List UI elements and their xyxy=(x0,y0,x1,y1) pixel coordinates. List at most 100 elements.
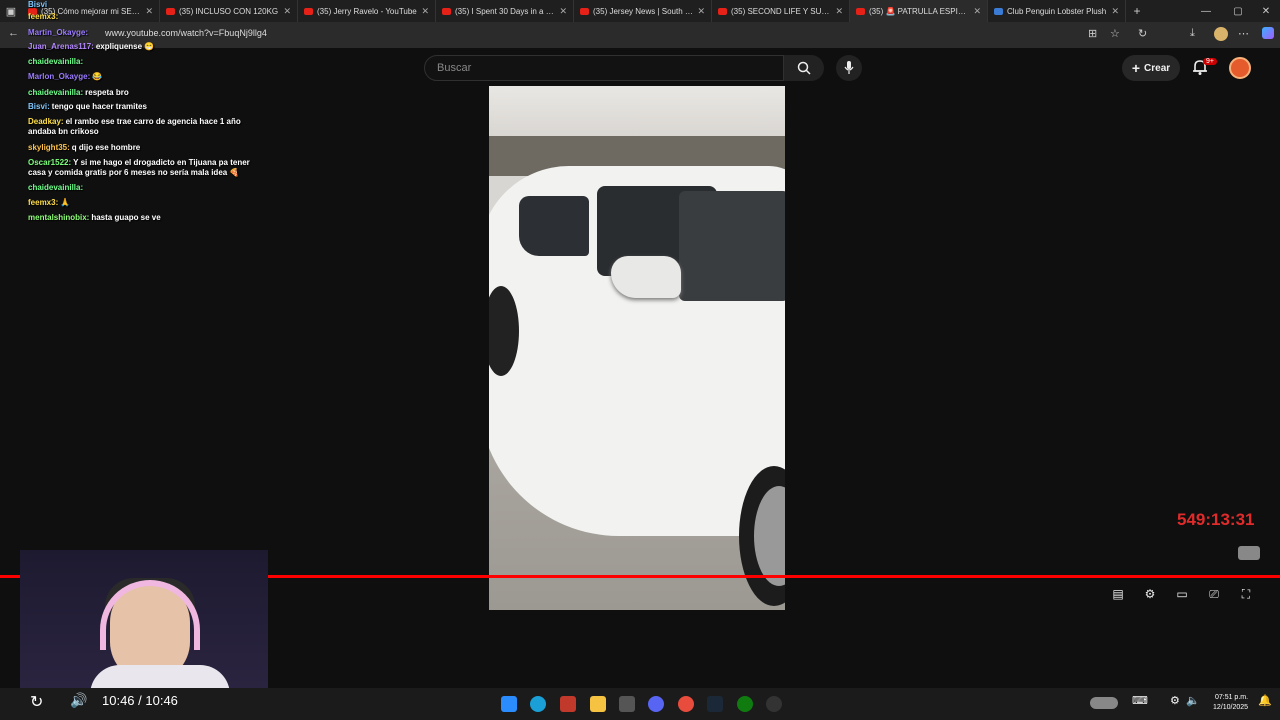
account-avatar[interactable] xyxy=(1229,57,1251,79)
youtube-favicon-icon xyxy=(718,7,727,15)
settings-app-icon[interactable] xyxy=(766,696,782,712)
steam-icon[interactable] xyxy=(707,696,723,712)
chrome-icon[interactable] xyxy=(678,696,694,712)
obs-icon[interactable] xyxy=(619,696,635,712)
cast-icon[interactable]: ⎚ xyxy=(1204,586,1224,602)
more-options-icon[interactable]: ⋯ xyxy=(1238,27,1249,40)
clock-date: 12/10/2025 xyxy=(1213,704,1249,711)
chat-username: feemx3: xyxy=(28,198,59,207)
chat-text: 😂 xyxy=(92,72,103,81)
chat-username: mentalshinobix: xyxy=(28,213,90,222)
app-icon[interactable] xyxy=(560,696,576,712)
volume-icon[interactable]: 🔊 xyxy=(70,692,87,709)
voice-search-button[interactable] xyxy=(836,55,862,81)
browser-tab[interactable]: (35) SECOND LIFE Y SUS EX ✕ xyxy=(712,0,850,22)
car-windshield xyxy=(679,191,785,301)
chat-username: Bisvi: xyxy=(28,102,50,111)
close-tab-icon[interactable]: ✕ xyxy=(421,6,429,17)
chat-username: Juan_Arenas117: xyxy=(28,42,94,51)
chat-message: feemx3: xyxy=(28,12,253,22)
chat-username: feemx3: xyxy=(28,12,59,21)
video-player[interactable] xyxy=(489,86,785,610)
browser-tab[interactable]: (35) 🚨 PATRULLA ESPIRITU ✕ xyxy=(850,0,988,22)
youtube-favicon-icon xyxy=(580,7,589,15)
chat-message: chaidevainilla: respeta bro xyxy=(28,88,253,98)
app-available-icon[interactable]: ⊞ xyxy=(1088,27,1097,40)
tab-label: (35) Jerry Ravelo - YouTube xyxy=(317,6,417,16)
refresh-icon[interactable]: ↻ xyxy=(1138,27,1147,40)
chat-username: Deadkay: xyxy=(28,117,64,126)
browser-tab[interactable]: Club Penguin Lobster Plush ✕ xyxy=(988,0,1126,22)
chat-message: Juan_Arenas117: expliquense 😁 xyxy=(28,42,253,52)
chat-message: Bisvi: tengo que hacer tramites xyxy=(28,102,253,112)
youtube-favicon-icon xyxy=(442,7,451,15)
toggle-switch[interactable] xyxy=(1090,697,1118,709)
close-tab-icon[interactable]: ✕ xyxy=(559,6,567,17)
clock-time: 07:51 p.m. xyxy=(1214,694,1249,701)
plus-icon: + xyxy=(1131,60,1141,76)
minimize-icon[interactable]: — xyxy=(1190,0,1222,22)
settings-gear-icon[interactable]: ⚙ xyxy=(1140,586,1160,602)
search-input[interactable]: Buscar xyxy=(424,55,784,81)
profile-avatar[interactable] xyxy=(1214,27,1228,41)
webcam-overlay xyxy=(20,550,268,690)
browser-tab[interactable]: (35) Jersey News | South Pa ✕ xyxy=(574,0,712,22)
tab-label: Club Penguin Lobster Plush xyxy=(1007,6,1107,16)
search-button[interactable] xyxy=(784,55,824,81)
search-icon xyxy=(797,61,811,75)
chat-message: mentalshinobix: hasta guapo se ve xyxy=(28,213,253,223)
file-explorer-icon[interactable] xyxy=(590,696,606,712)
fullscreen-icon[interactable]: ⛶ xyxy=(1236,586,1256,602)
chat-message: Martin_Okayge: xyxy=(28,28,253,38)
chat-text: hasta guapo se ve xyxy=(91,213,161,222)
microphone-icon xyxy=(844,61,854,74)
site-favicon-icon xyxy=(994,7,1003,15)
chat-username: skylight35: xyxy=(28,143,70,152)
webcam-shirt xyxy=(90,665,230,690)
edge-icon[interactable] xyxy=(530,696,546,712)
settings-tray-icon[interactable]: ⚙ xyxy=(1170,694,1180,707)
close-tab-icon[interactable]: ✕ xyxy=(1111,6,1119,17)
player-time: 10:46 / 10:46 xyxy=(102,693,178,708)
chat-username: chaidevainilla: xyxy=(28,183,84,192)
favorite-star-icon[interactable]: ☆ xyxy=(1110,27,1120,40)
close-tab-icon[interactable]: ✕ xyxy=(835,6,843,17)
bus-icon xyxy=(1238,546,1260,560)
theater-mode-icon[interactable]: ▭ xyxy=(1172,586,1192,602)
chat-username: Oscar1522: xyxy=(28,158,72,167)
windows-start-icon[interactable] xyxy=(501,696,517,712)
chat-message: chaidevainilla: xyxy=(28,183,253,193)
back-icon[interactable]: ← xyxy=(8,27,19,39)
chat-text: respeta bro xyxy=(85,88,129,97)
chat-message: skylight35: q dijo ese hombre xyxy=(28,143,253,153)
chat-message: Oscar1522: Y si me hago el drogadicto en … xyxy=(28,158,253,178)
discord-icon[interactable] xyxy=(648,696,664,712)
downloads-icon[interactable]: ⤓ xyxy=(1190,27,1195,40)
close-tab-icon[interactable]: ✕ xyxy=(283,6,291,17)
chat-message: Marlon_Okayge: 😂 xyxy=(28,72,253,82)
tab-actions-icon[interactable]: ▣ xyxy=(0,0,22,22)
speaker-tray-icon[interactable]: 🔈 xyxy=(1186,694,1200,707)
browser-tab[interactable]: (35) I Spent 30 Days in a De ✕ xyxy=(436,0,574,22)
tab-label: (35) Jersey News | South Pa xyxy=(593,6,694,16)
chat-text: tengo que hacer tramites xyxy=(51,102,147,111)
close-window-icon[interactable]: ✕ xyxy=(1250,0,1280,22)
chat-username: Marlon_Okayge: xyxy=(28,72,91,81)
chat-username: chaidevainilla: xyxy=(28,57,84,66)
create-button[interactable]: + Crear xyxy=(1122,55,1180,81)
close-tab-icon[interactable]: ✕ xyxy=(973,6,981,17)
keyboard-icon[interactable]: ⌨ xyxy=(1132,694,1148,707)
copilot-icon[interactable] xyxy=(1262,27,1274,39)
new-tab-button[interactable]: + xyxy=(1126,4,1148,18)
chat-message: chaidevainilla: xyxy=(28,57,253,67)
browser-tab[interactable]: (35) Jerry Ravelo - YouTube ✕ xyxy=(298,0,436,22)
taskbar xyxy=(0,688,1280,720)
replay-icon[interactable]: ↻ xyxy=(30,692,43,712)
youtube-favicon-icon xyxy=(304,7,313,15)
chat-username: Bisvi xyxy=(28,0,48,9)
subtitles-icon[interactable]: ▤ xyxy=(1108,586,1128,602)
close-tab-icon[interactable]: ✕ xyxy=(697,6,705,17)
chat-username: chaidevainilla: xyxy=(28,88,84,97)
xbox-icon[interactable] xyxy=(737,696,753,712)
notification-center-icon[interactable]: 🔔 xyxy=(1258,694,1272,707)
